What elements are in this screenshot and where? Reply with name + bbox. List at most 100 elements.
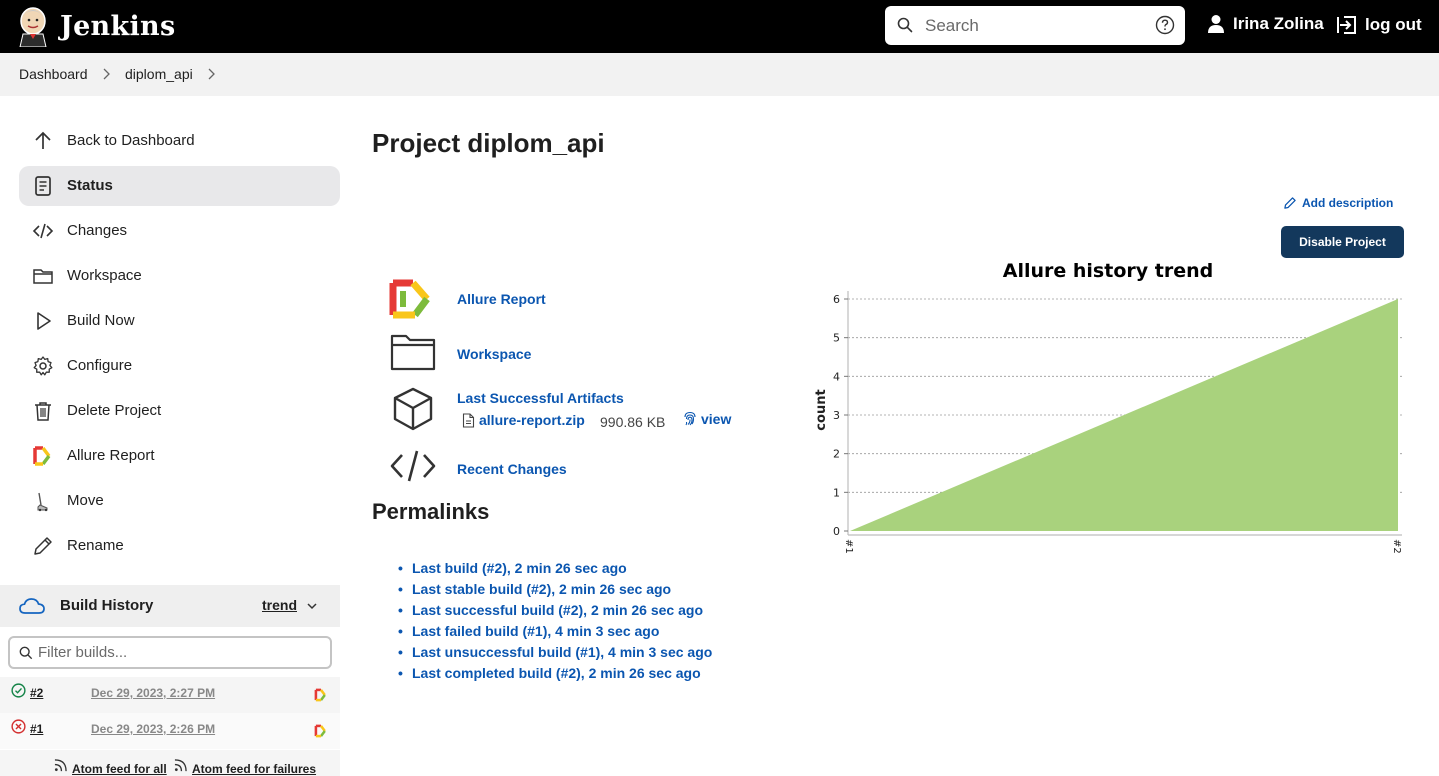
allure-icon[interactable]	[314, 724, 328, 738]
add-description-label: Add description	[1302, 196, 1394, 210]
list-item: Last successful build (#2), 2 min 26 sec…	[398, 599, 712, 620]
trash-icon	[35, 402, 51, 421]
sidebar-item-label: Changes	[67, 222, 128, 239]
allure-icon	[33, 446, 51, 466]
move-icon	[37, 492, 48, 512]
permalink-last-unsuccessful-build[interactable]: Last unsuccessful build (#1), 4 min 3 se…	[412, 644, 712, 660]
search-icon	[19, 646, 33, 660]
list-item: Last completed build (#2), 2 min 26 sec …	[398, 662, 712, 683]
chart-title: Allure history trend	[1003, 260, 1213, 282]
atom-feeds: Atom feed for all Atom feed for failures	[0, 750, 340, 776]
allure-history-trend-chart[interactable]: Allure history trend count 0 1 2 3 4 5 6 #1 #2	[810, 255, 1420, 565]
chart-y-axis-label: count	[814, 389, 829, 430]
permalink-last-build[interactable]: Last build (#2), 2 min 26 sec ago	[412, 560, 627, 576]
sidebar-item-changes[interactable]: Changes	[19, 211, 340, 251]
help-icon[interactable]	[1155, 15, 1175, 35]
page-title: Project diplom_api	[372, 128, 605, 158]
search-input[interactable]	[925, 14, 1135, 38]
list-item: Last stable build (#2), 2 min 26 sec ago	[398, 578, 712, 599]
jenkins-butler-icon	[19, 7, 47, 47]
logout-label: log out	[1365, 15, 1422, 34]
jenkins-logo[interactable]: Jenkins	[18, 5, 175, 47]
permalink-last-failed-build[interactable]: Last failed build (#1), 4 min 3 sec ago	[412, 623, 659, 639]
sidebar-item-build-now[interactable]: Build Now	[19, 301, 340, 341]
user-menu[interactable]: Irina Zolina	[1207, 14, 1324, 34]
sidebar-item-label: Workspace	[67, 267, 142, 284]
permalinks-list: Last build (#2), 2 min 26 sec ago Last s…	[398, 557, 712, 683]
file-icon	[462, 412, 475, 428]
sidebar-item-delete-project[interactable]: Delete Project	[19, 391, 340, 431]
artifact-view[interactable]: view	[683, 411, 731, 427]
last-successful-artifacts-link[interactable]: Last Successful Artifacts	[457, 390, 624, 406]
code-icon[interactable]	[389, 449, 437, 483]
artifact-download-link[interactable]: allure-report.zip	[479, 412, 585, 428]
rss-icon	[54, 759, 67, 772]
failed-cross-icon	[11, 719, 26, 734]
build-number-link[interactable]: #1	[30, 722, 43, 736]
permalink-last-stable-build[interactable]: Last stable build (#2), 2 min 26 sec ago	[412, 581, 671, 597]
allure-icon[interactable]	[314, 688, 328, 702]
allure-icon[interactable]	[389, 279, 435, 319]
permalinks-heading: Permalinks	[372, 499, 490, 524]
folder-icon[interactable]	[389, 332, 437, 372]
sidebar-item-workspace[interactable]: Workspace	[19, 256, 340, 296]
chevron-down-icon[interactable]	[306, 601, 318, 611]
sidebar-item-allure-report[interactable]: Allure Report	[19, 436, 340, 476]
y-tick-label: 4	[833, 370, 840, 383]
rss-icon	[174, 759, 187, 772]
brand-name: Jenkins	[60, 10, 176, 42]
build-row[interactable]: #1 Dec 29, 2023, 2:26 PM	[0, 713, 340, 749]
search-box[interactable]	[885, 6, 1185, 45]
trend-link[interactable]: trend	[262, 597, 297, 613]
atom-feed-failures-link[interactable]: Atom feed for failures	[192, 762, 316, 776]
build-number-link[interactable]: #2	[30, 686, 43, 700]
permalink-last-completed-build[interactable]: Last completed build (#2), 2 min 26 sec …	[412, 665, 701, 681]
breadcrumb-project[interactable]: diplom_api	[125, 66, 193, 82]
chevron-right-icon[interactable]	[206, 67, 216, 81]
recent-changes-link[interactable]: Recent Changes	[457, 461, 567, 477]
breadcrumb-dashboard[interactable]: Dashboard	[19, 66, 88, 82]
workspace-link[interactable]: Workspace	[457, 346, 531, 362]
build-date-link[interactable]: Dec 29, 2023, 2:27 PM	[91, 686, 215, 700]
sidebar-item-status[interactable]: Status	[19, 166, 340, 206]
y-tick-label: 3	[833, 409, 840, 422]
sidebar-item-move[interactable]: Move	[19, 481, 340, 521]
x-tick-label: #1	[843, 539, 854, 554]
sidebar-item-label: Rename	[67, 537, 124, 554]
disable-project-button[interactable]: Disable Project	[1281, 226, 1404, 258]
y-tick-label: 2	[833, 448, 840, 461]
x-tick-label: #2	[1391, 539, 1402, 554]
filter-builds-field[interactable]	[8, 636, 332, 669]
chevron-right-icon[interactable]	[101, 67, 111, 81]
logout-link[interactable]: log out	[1336, 14, 1422, 36]
logout-icon	[1337, 16, 1356, 34]
folder-icon	[33, 269, 53, 284]
code-icon	[32, 223, 54, 239]
breadcrumb: Dashboard diplom_api	[0, 53, 1439, 96]
build-row[interactable]: #2 Dec 29, 2023, 2:27 PM	[0, 677, 340, 713]
y-tick-label: 1	[833, 486, 840, 499]
add-description-link[interactable]: Add description	[1283, 196, 1393, 210]
sidebar-item-label: Status	[67, 177, 113, 194]
sidebar-item-configure[interactable]: Configure	[19, 346, 340, 386]
sidebar-item-back-to-dashboard[interactable]: Back to Dashboard	[19, 121, 340, 161]
sidebar-item-label: Allure Report	[67, 447, 155, 464]
list-item: Last failed build (#1), 4 min 3 sec ago	[398, 620, 712, 641]
artifact-size: 990.86 KB	[600, 414, 666, 430]
artifact-view-link[interactable]: view	[701, 411, 731, 427]
atom-feed-all-link[interactable]: Atom feed for all	[72, 762, 167, 776]
sidebar-item-label: Configure	[67, 357, 133, 374]
top-header: Jenkins Irina Zolina log out	[0, 0, 1439, 53]
sidebar-item-label: Delete Project	[67, 402, 162, 419]
build-date-link[interactable]: Dec 29, 2023, 2:26 PM	[91, 722, 215, 736]
y-tick-label: 5	[833, 332, 840, 345]
pencil-icon	[34, 537, 52, 555]
sidebar-item-rename[interactable]: Rename	[19, 526, 340, 566]
play-icon	[37, 312, 51, 330]
build-history-header: Build History trend	[0, 585, 340, 627]
allure-report-link[interactable]: Allure Report	[457, 291, 546, 307]
filter-builds-input[interactable]	[38, 644, 318, 661]
list-item: Last unsuccessful build (#1), 4 min 3 se…	[398, 641, 712, 662]
permalink-last-successful-build[interactable]: Last successful build (#2), 2 min 26 sec…	[412, 602, 703, 618]
list-item: Last build (#2), 2 min 26 sec ago	[398, 557, 712, 578]
